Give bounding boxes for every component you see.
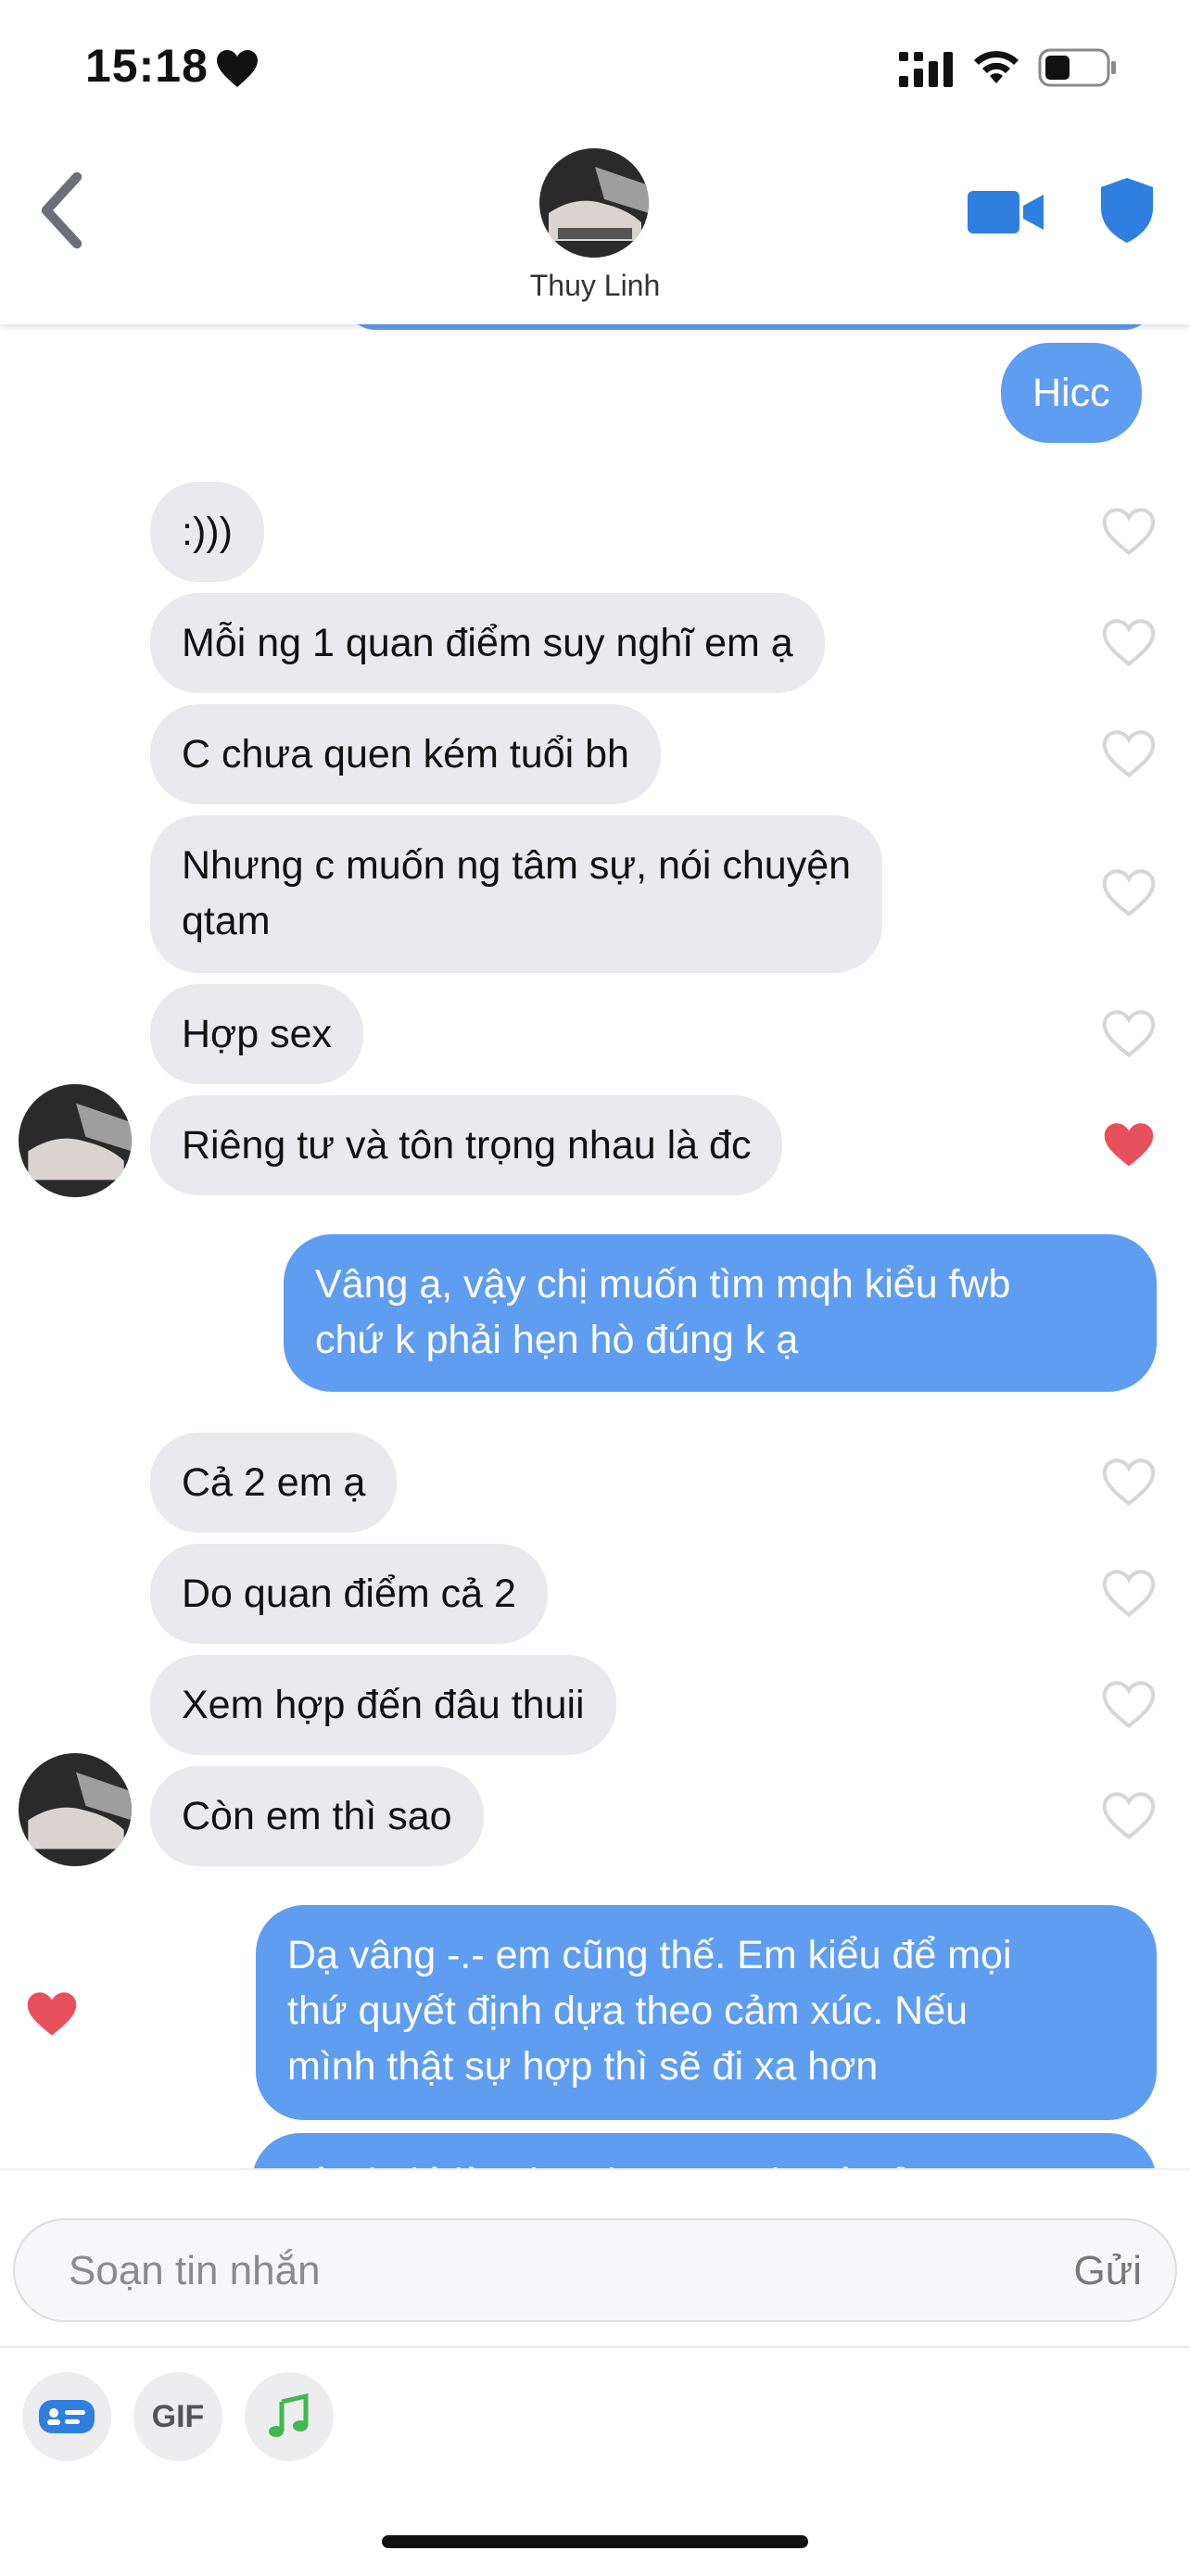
message-bubble-incoming[interactable]: Mỗi ng 1 quan điểm suy nghĩ em ạ (150, 593, 825, 693)
message-text: Xem hợp đến đâu thuii (182, 1683, 585, 1727)
message-bubble-incoming[interactable]: Nhưng c muốn ng tâm sự, nói chuyện qtam (150, 815, 883, 973)
like-heart-outline-icon[interactable] (1101, 1790, 1157, 1842)
music-note-icon (269, 2393, 309, 2437)
wifi-icon (974, 51, 1019, 83)
heart-icon (217, 50, 258, 87)
message-bubble-incoming[interactable]: Do quan điểm cả 2 (150, 1544, 548, 1644)
battery-icon (1038, 48, 1116, 87)
message-text-line: Nhưng c muốn ng tâm sự, nói chuyện (182, 843, 852, 888)
message-text: Hicc (1032, 371, 1110, 415)
message-input-container[interactable]: Gửi (13, 2218, 1177, 2322)
message-bubble-incoming[interactable]: Hợp sex (150, 984, 364, 1084)
back-button[interactable] (33, 169, 93, 252)
like-heart-outline-icon[interactable] (1101, 1457, 1157, 1509)
message-text: C chưa quen kém tuổi bh (182, 732, 629, 777)
message-bubble-incoming[interactable]: Cả 2 em ạ (150, 1433, 398, 1533)
id-card-icon (39, 2400, 95, 2433)
message-list[interactable]: Hicc :))) Mỗi ng 1 quan điểm suy nghĩ em… (0, 324, 1190, 2168)
message-bubble-outgoing[interactable]: Còn k thì làm bạn hay 1 mqh mà cả 2 (252, 2133, 1157, 2168)
message-bubble-partial (345, 324, 1155, 330)
safety-shield-button[interactable] (1097, 176, 1157, 245)
like-heart-outline-icon[interactable] (1101, 1008, 1157, 1060)
divider (0, 2346, 1190, 2348)
message-text-line: Vâng ạ, vậy chị muốn tìm mqh kiểu fwb (315, 1262, 1011, 1307)
message-bubble-incoming[interactable]: :))) (150, 482, 264, 582)
status-time: 15:18 (85, 40, 209, 92)
message-bubble-outgoing[interactable]: Vâng ạ, vậy chị muốn tìm mqh kiểu fwb ch… (284, 1234, 1157, 1392)
message-text: Riêng tư và tôn trọng nhau là đc (182, 1123, 752, 1168)
message-bubble-incoming[interactable]: Còn em thì sao (150, 1766, 484, 1866)
message-text: Mỗi ng 1 quan điểm suy nghĩ em ạ (182, 621, 793, 665)
message-text: Còn k thì làm bạn hay 1 mqh mà cả 2 (284, 2161, 946, 2168)
contact-card-button[interactable] (22, 2372, 111, 2461)
message-bubble-incoming[interactable]: Riêng tư và tôn trọng nhau là đc (150, 1095, 783, 1195)
message-text-line: chứ k phải hẹn hò đúng k ạ (315, 1318, 799, 1362)
message-text-line: Dạ vâng -.- em cũng thế. Em kiểu để mọi (287, 1933, 1012, 1977)
message-text: Hợp sex (182, 1012, 333, 1056)
like-heart-outline-icon[interactable] (1101, 617, 1157, 669)
message-bubble-incoming[interactable]: C chưa quen kém tuổi bh (150, 704, 661, 804)
message-text: Cả 2 em ạ (182, 1460, 366, 1505)
gif-label: GIF (151, 2398, 205, 2434)
sender-avatar[interactable] (19, 1084, 132, 1197)
like-heart-outline-icon[interactable] (1101, 506, 1157, 558)
home-indicator[interactable] (382, 2535, 808, 2548)
like-heart-filled-icon[interactable] (1101, 1119, 1157, 1171)
like-heart-outline-icon[interactable] (1101, 728, 1157, 780)
message-text-line: thứ quyết định dựa theo cảm xúc. Nếu (287, 1989, 968, 2033)
like-heart-outline-icon[interactable] (1101, 867, 1157, 919)
chat-header: Thuy Linh (0, 130, 1190, 324)
message-text-line: mình thật sự hợp thì sẽ đi xa hơn (287, 2044, 879, 2089)
message-bubble-outgoing[interactable]: Dạ vâng -.- em cũng thế. Em kiểu để mọi … (256, 1905, 1157, 2120)
gif-button[interactable]: GIF (133, 2372, 222, 2461)
like-heart-filled-icon[interactable] (24, 1989, 80, 2040)
contact-avatar[interactable] (539, 148, 649, 258)
message-bubble-incoming[interactable]: Xem hợp đến đâu thuii (150, 1655, 616, 1755)
like-heart-outline-icon[interactable] (1101, 1568, 1157, 1620)
status-bar: 15:18 (0, 0, 1190, 130)
cellular-signal-icon (899, 52, 953, 87)
message-bubble-outgoing[interactable]: Hicc (1001, 343, 1142, 443)
message-text: Còn em thì sao (182, 1794, 452, 1838)
video-call-button[interactable] (968, 183, 1045, 239)
sender-avatar[interactable] (19, 1753, 132, 1866)
message-text: :))) (182, 510, 233, 554)
send-button[interactable]: Gửi (1074, 2248, 1142, 2294)
contact-name[interactable]: Thuy Linh (0, 269, 1190, 303)
message-text-line: qtam (182, 899, 271, 943)
composer: Gửi GIF (0, 2168, 1190, 2576)
music-button[interactable] (245, 2372, 334, 2461)
message-text: Do quan điểm cả 2 (182, 1572, 516, 1616)
like-heart-outline-icon[interactable] (1101, 1679, 1157, 1731)
message-input[interactable] (67, 2220, 997, 2322)
